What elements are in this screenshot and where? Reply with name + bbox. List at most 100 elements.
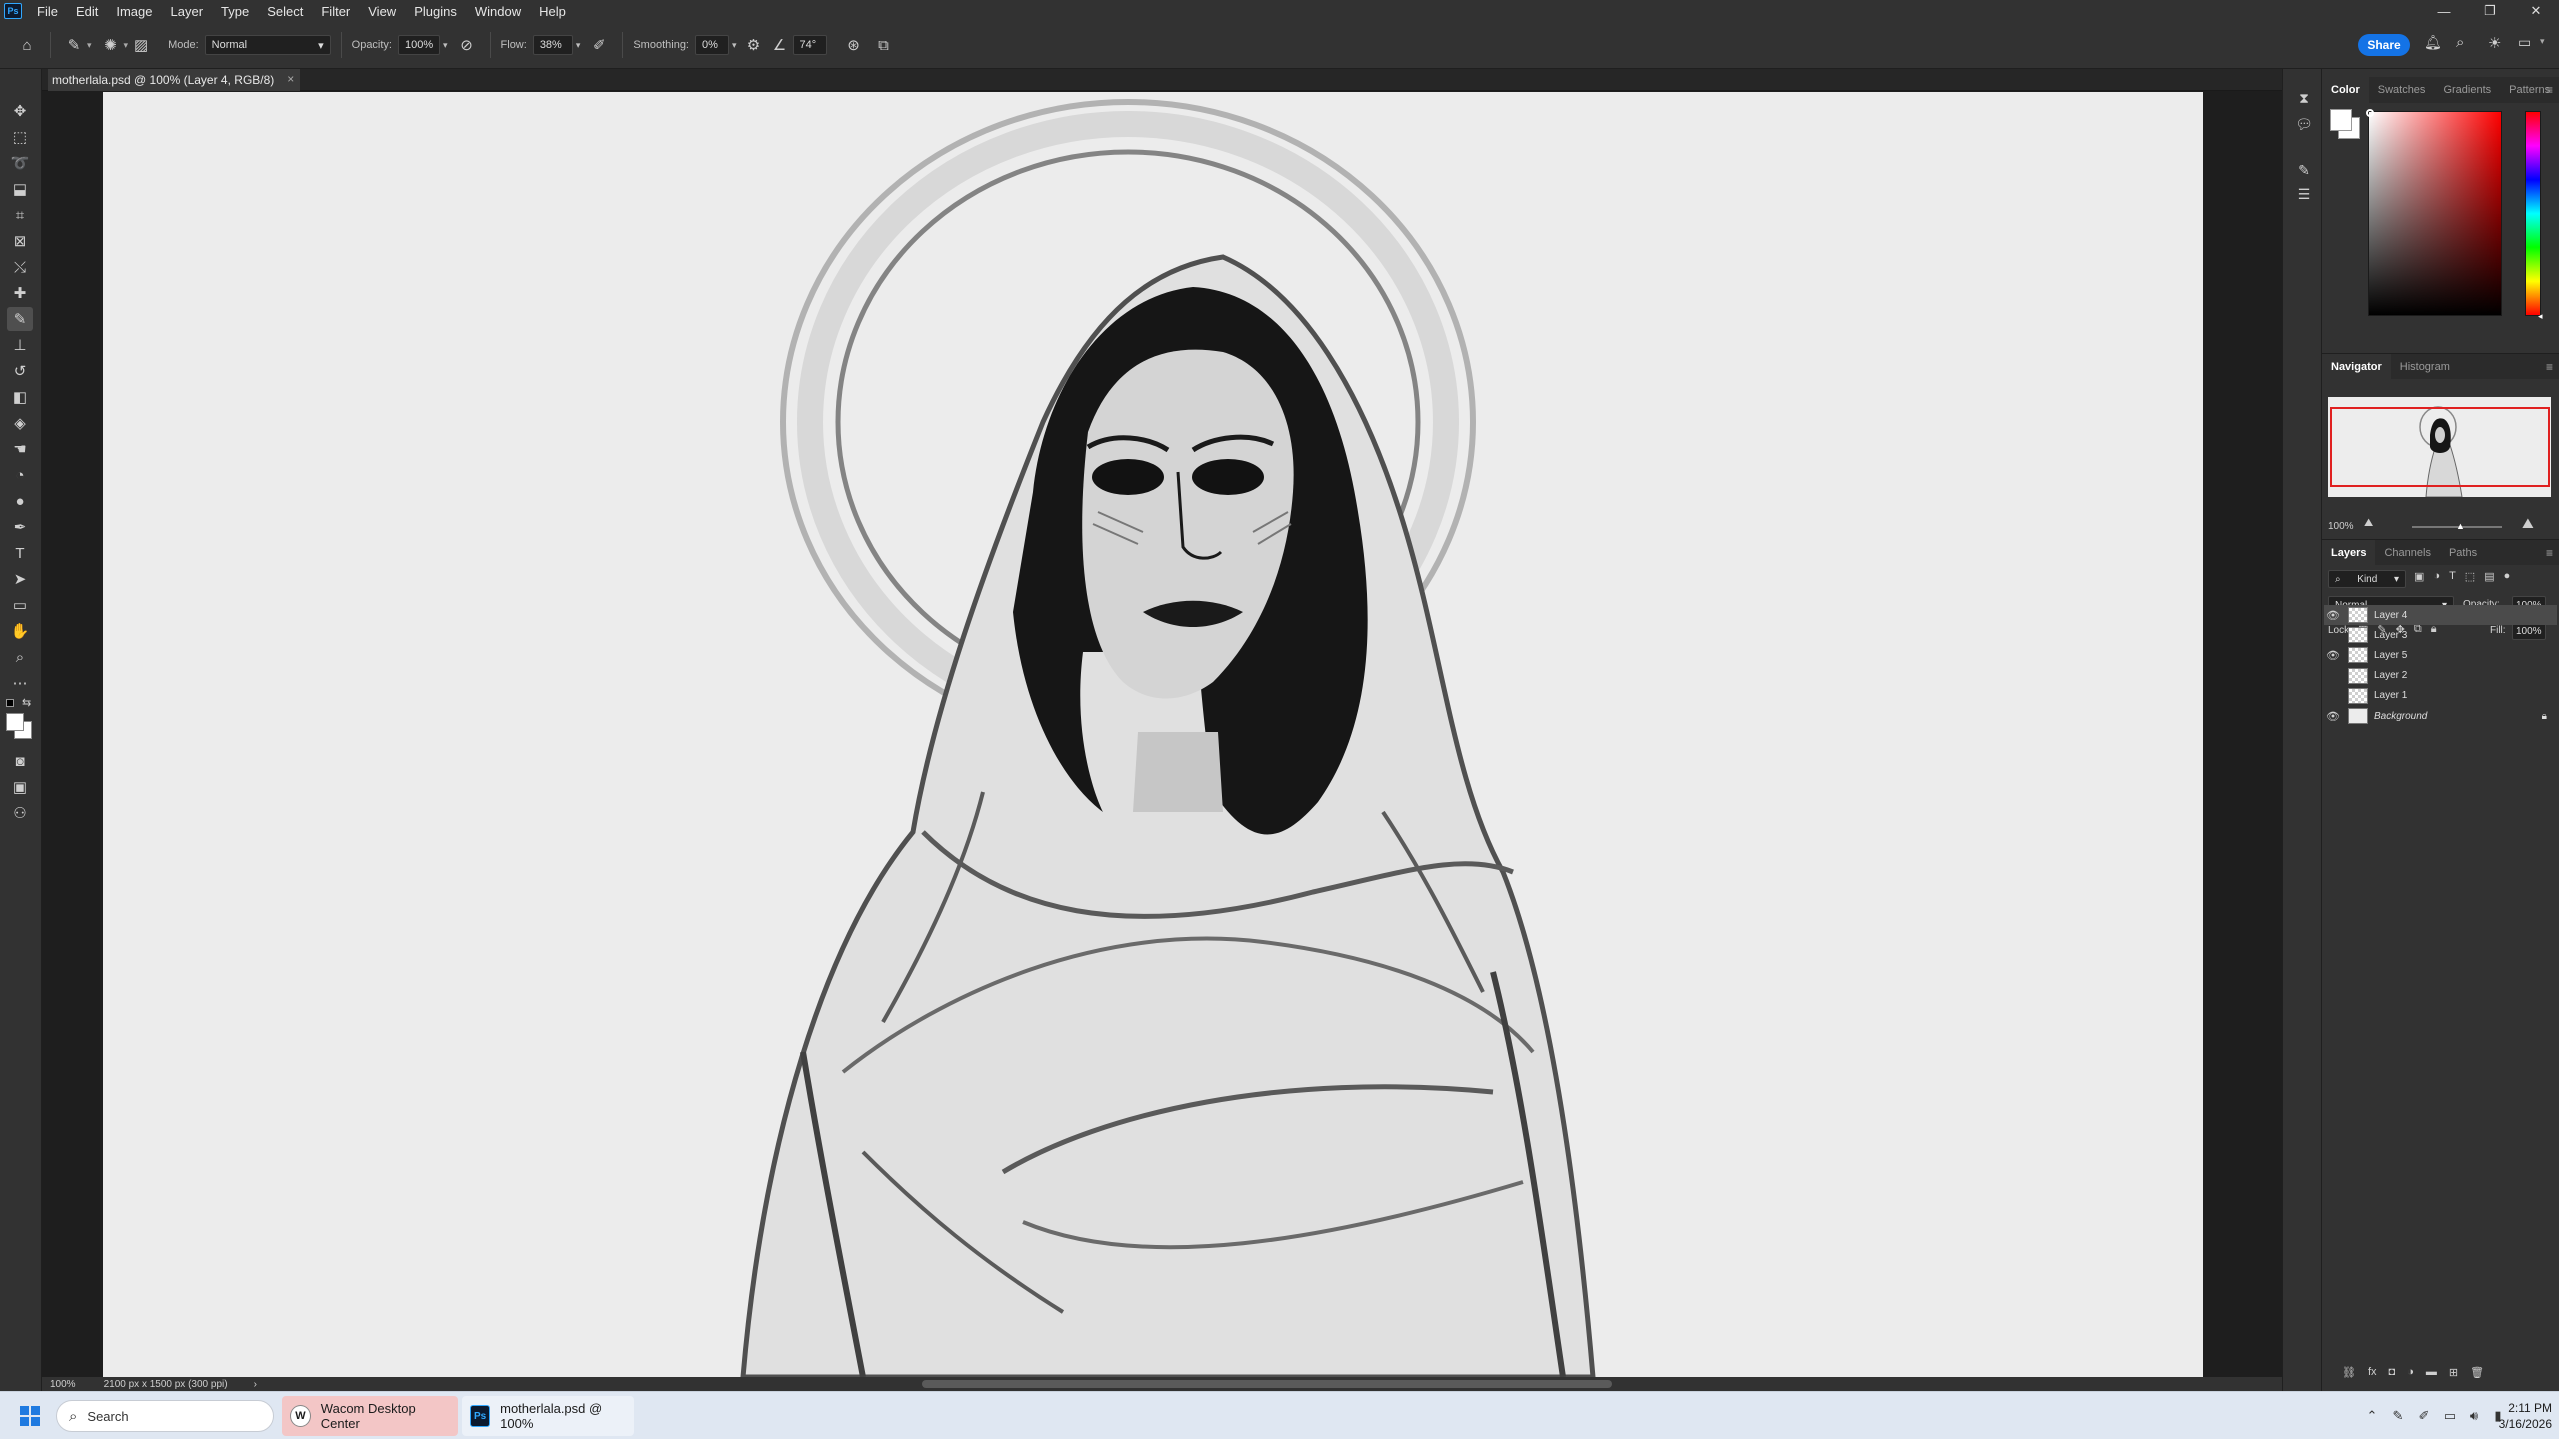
layer-row[interactable]: Layer 1 bbox=[2324, 686, 2557, 706]
swap-colors-icon[interactable]: ⇆ bbox=[22, 696, 31, 709]
tab-navigator[interactable]: Navigator bbox=[2322, 353, 2391, 380]
horizontal-scroll-thumb[interactable] bbox=[922, 1380, 1612, 1388]
filter-toggle-icon[interactable]: ● bbox=[2504, 570, 2511, 583]
chevron-down-icon[interactable]: ▾ bbox=[87, 40, 92, 51]
home-icon[interactable]: ⌂ bbox=[14, 32, 40, 58]
tab-gradients[interactable]: Gradients bbox=[2434, 77, 2500, 103]
menu-view[interactable]: View bbox=[359, 4, 405, 19]
foreground-color-swatch[interactable] bbox=[6, 713, 24, 731]
layer-thumbnail[interactable] bbox=[2348, 607, 2368, 623]
tab-layers[interactable]: Layers bbox=[2322, 539, 2376, 566]
visibility-eye-icon[interactable]: 👁︎ bbox=[2324, 710, 2342, 723]
add-mask-icon[interactable]: ◘ bbox=[2389, 1366, 2396, 1379]
chevron-down-icon[interactable]: ▾ bbox=[443, 40, 448, 51]
frame-tool-icon[interactable]: ⊠ bbox=[7, 229, 33, 253]
pen-tray-icon[interactable]: ✎ bbox=[2388, 1406, 2408, 1426]
layer-thumbnail[interactable] bbox=[2348, 647, 2368, 664]
layer-row[interactable]: 👁︎ Background 🔒︎ bbox=[2324, 706, 2557, 726]
color-picker-cursor[interactable] bbox=[2366, 109, 2374, 117]
layer-name[interactable]: Layer 3 bbox=[2374, 630, 2407, 641]
navigator-zoom-handle[interactable]: ▲ bbox=[2456, 521, 2465, 531]
layer-thumbnail[interactable] bbox=[2348, 708, 2368, 724]
clock[interactable]: 2:11 PM 3/16/2026 bbox=[2482, 1400, 2552, 1432]
angle-input[interactable]: 74° bbox=[792, 35, 827, 55]
menu-help[interactable]: Help bbox=[530, 4, 575, 19]
comments-panel-icon[interactable]: 💬︎ bbox=[2293, 113, 2315, 135]
minimize-button[interactable]: — bbox=[2421, 0, 2467, 22]
menu-select[interactable]: Select bbox=[258, 4, 312, 19]
taskbar-app-wacom[interactable]: W Wacom Desktop Center bbox=[282, 1396, 458, 1436]
brush-tool-icon[interactable]: ✎ bbox=[61, 32, 87, 58]
discover-icon[interactable]: ☀ bbox=[2488, 34, 2508, 54]
layer-thumbnail[interactable] bbox=[2348, 667, 2368, 684]
menu-edit[interactable]: Edit bbox=[67, 4, 107, 19]
airbrush-icon[interactable]: ✐ bbox=[586, 32, 612, 58]
zoom-level[interactable]: 100% bbox=[50, 1379, 76, 1390]
smoothing-settings-gear-icon[interactable]: ⚙ bbox=[741, 32, 767, 58]
link-layers-icon[interactable]: ⛓ bbox=[2342, 1366, 2356, 1379]
tab-paths[interactable]: Paths bbox=[2440, 540, 2486, 566]
status-info-arrow-icon[interactable]: › bbox=[254, 1379, 257, 1390]
brushes-panel-icon[interactable]: ✎ bbox=[2293, 159, 2315, 181]
brush-tool-icon[interactable]: ✎ bbox=[7, 307, 33, 331]
color-field[interactable] bbox=[2368, 111, 2502, 316]
pen-tool-icon[interactable]: ✒ bbox=[7, 515, 33, 539]
filter-smart-object-icon[interactable]: ▤ bbox=[2484, 570, 2494, 583]
clone-stamp-tool-icon[interactable]: ⊥ bbox=[7, 333, 33, 357]
menu-type[interactable]: Type bbox=[212, 4, 258, 19]
type-tool-icon[interactable]: T bbox=[7, 541, 33, 565]
hand-tool-icon[interactable]: ✋ bbox=[7, 619, 33, 643]
tab-color[interactable]: Color bbox=[2322, 77, 2369, 103]
filter-type-icon[interactable]: T bbox=[2449, 570, 2456, 583]
path-selection-tool-icon[interactable]: ➤ bbox=[7, 567, 33, 591]
hue-slider[interactable] bbox=[2525, 111, 2541, 316]
taskbar-search-box[interactable]: ⌕ Search bbox=[56, 1400, 274, 1432]
close-button[interactable]: ✕ bbox=[2513, 0, 2559, 22]
chevron-down-icon[interactable]: ▾ bbox=[2540, 36, 2552, 56]
object-selection-tool-icon[interactable]: ⬓ bbox=[7, 177, 33, 201]
crop-tool-icon[interactable]: ⌗ bbox=[7, 203, 33, 227]
layer-filter-select[interactable]: ⌕ Kind ▾ bbox=[2328, 570, 2406, 588]
smoothing-input[interactable]: 0% bbox=[695, 35, 729, 55]
dodge-tool-icon[interactable]: ◔ bbox=[7, 463, 33, 487]
adjustment-layer-icon[interactable]: ◑ bbox=[2407, 1366, 2414, 1379]
document-tab[interactable]: motherlala.psd @ 100% (Layer 4, RGB/8) × bbox=[48, 69, 301, 91]
chevron-down-icon[interactable]: ▾ bbox=[732, 40, 737, 51]
restore-button[interactable]: ❐ bbox=[2467, 0, 2513, 22]
new-group-icon[interactable]: ▬ bbox=[2426, 1366, 2437, 1379]
start-button-icon[interactable] bbox=[20, 1406, 40, 1426]
menu-image[interactable]: Image bbox=[107, 4, 161, 19]
filter-pixel-icon[interactable]: ▣ bbox=[2414, 570, 2424, 583]
menu-plugins[interactable]: Plugins bbox=[405, 4, 466, 19]
layer-name[interactable]: Background bbox=[2374, 711, 2427, 722]
bell-icon[interactable]: 🔔︎ bbox=[2424, 34, 2444, 54]
brush-settings-icon[interactable]: ▨ bbox=[128, 32, 154, 58]
mode-select[interactable]: Normal ▾ bbox=[204, 35, 331, 55]
menu-layer[interactable]: Layer bbox=[162, 4, 213, 19]
filter-adjustment-icon[interactable]: ◑ bbox=[2433, 570, 2440, 583]
screen-mode-icon[interactable]: ▣ bbox=[7, 775, 33, 799]
panel-menu-icon[interactable]: ≡ bbox=[2546, 546, 2553, 560]
paint-bucket-tool-icon[interactable]: ◈ bbox=[7, 411, 33, 435]
visibility-eye-icon[interactable]: 👁︎ bbox=[2324, 649, 2342, 662]
edit-toolbar-icon[interactable]: ⚇ bbox=[7, 801, 33, 825]
filter-shape-icon[interactable]: ⬚ bbox=[2465, 570, 2475, 583]
zoom-out-icon[interactable]: ⛰ bbox=[2364, 517, 2373, 530]
brush-preset-picker-icon[interactable]: ✺ bbox=[98, 32, 124, 58]
pressure-size-icon[interactable]: ⊛ bbox=[841, 32, 867, 58]
menu-filter[interactable]: Filter bbox=[312, 4, 359, 19]
lasso-tool-icon[interactable]: ➰ bbox=[7, 151, 33, 175]
history-panel-icon[interactable]: ⧗ bbox=[2293, 87, 2315, 109]
history-brush-tool-icon[interactable]: ↺ bbox=[7, 359, 33, 383]
share-button[interactable]: Share bbox=[2358, 34, 2410, 56]
layer-row[interactable]: 👁︎ Layer 5 bbox=[2324, 645, 2557, 665]
layer-row[interactable]: Layer 2 bbox=[2324, 666, 2557, 686]
show-hidden-icons-chevron-up-icon[interactable]: ⌃ bbox=[2362, 1406, 2382, 1426]
tab-channels[interactable]: Channels bbox=[2375, 540, 2439, 566]
foreground-color-swatch[interactable] bbox=[2330, 109, 2352, 131]
tab-histogram[interactable]: Histogram bbox=[2391, 354, 2459, 380]
symmetry-icon[interactable]: ⧉ bbox=[871, 32, 897, 58]
more-tools-icon[interactable]: ⋯ bbox=[7, 671, 33, 695]
workspace-icon[interactable]: ▭ bbox=[2518, 34, 2538, 54]
menu-window[interactable]: Window bbox=[466, 4, 530, 19]
